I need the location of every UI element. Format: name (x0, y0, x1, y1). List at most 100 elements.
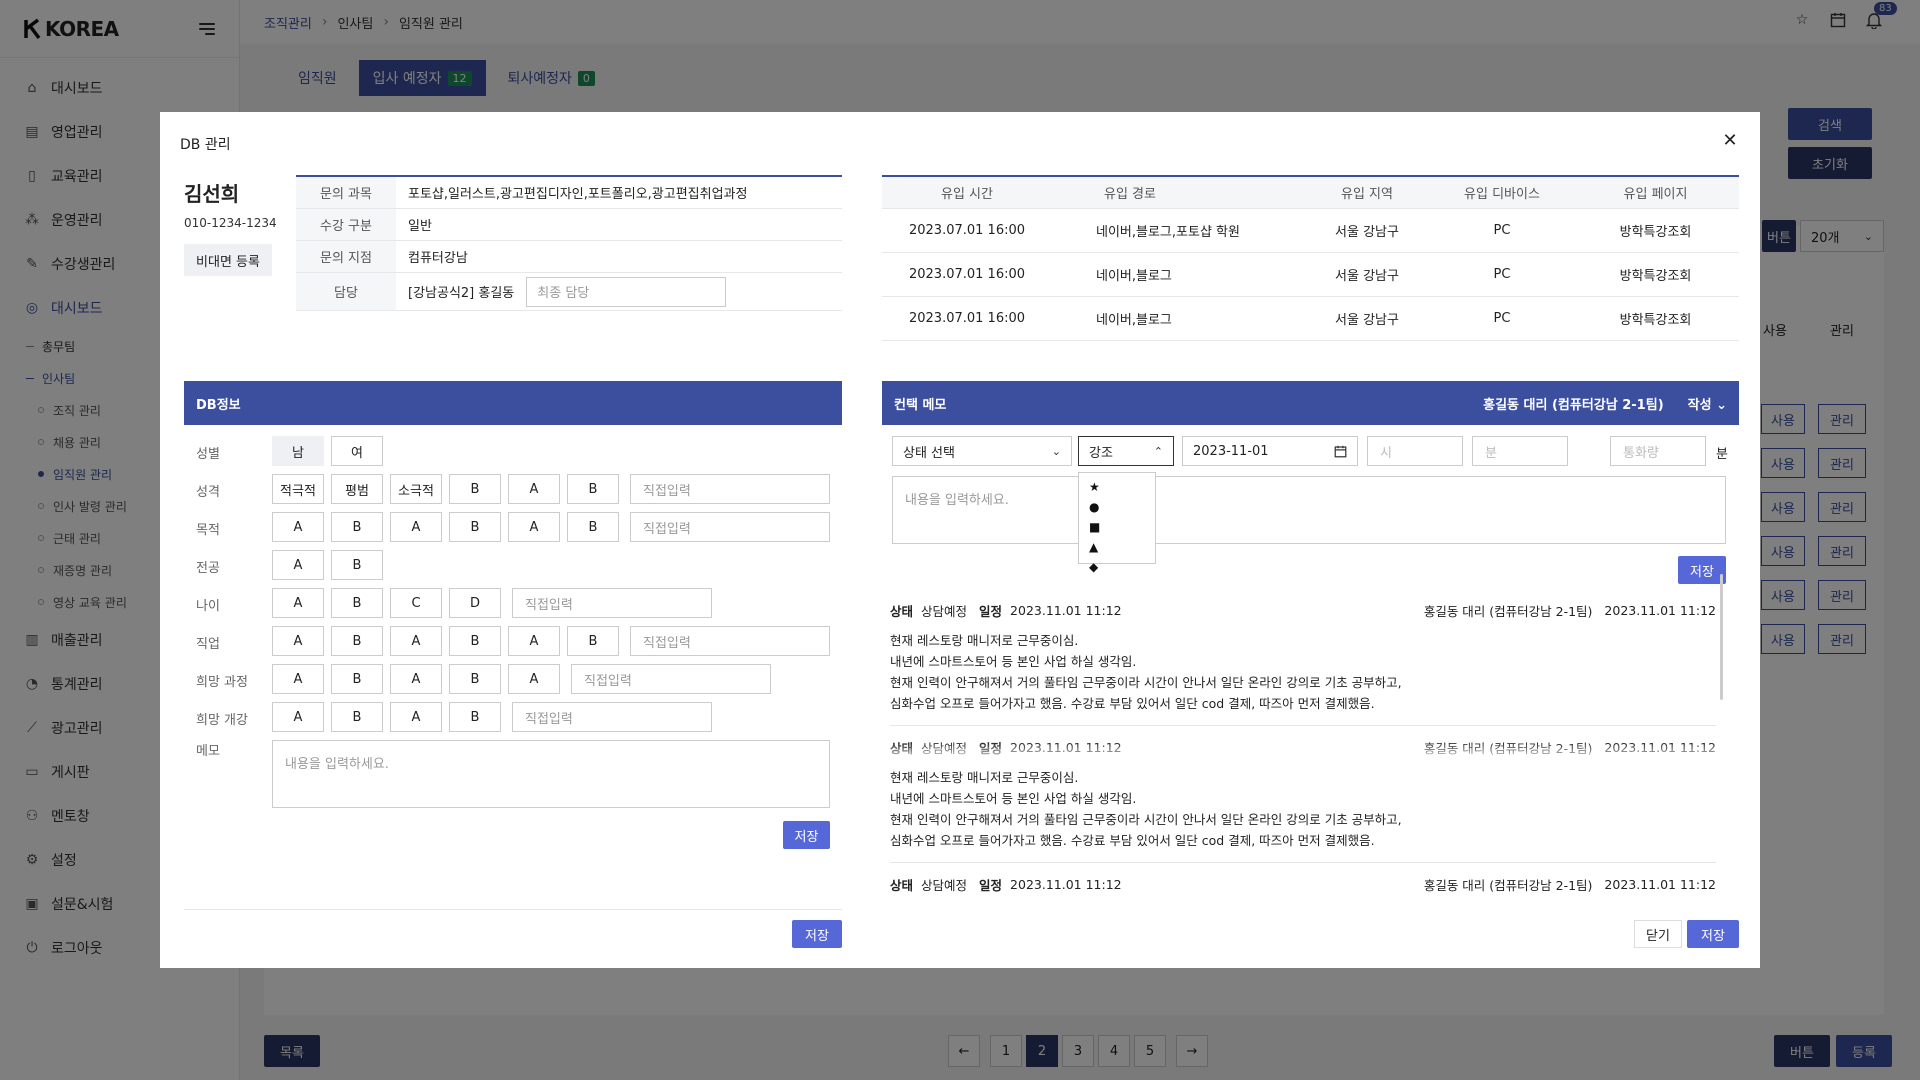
direct-input-field[interactable]: 직접입력 (512, 702, 712, 732)
log-line: 현재 레스토랑 매니저로 근무중이심. (890, 770, 1079, 785)
table-row: 2023.07.01 16:00 네이버,블로그 서울 강남구 PC 방학특강조회 (882, 253, 1739, 297)
log-line: 현재 인력이 안구해져서 거의 풀타임 근무중이라 시간이 안나서 일단 온라인… (890, 812, 1402, 827)
emphasis-option-triangle[interactable]: ▲ (1089, 537, 1145, 557)
option-button[interactable]: 남 (272, 436, 324, 466)
option-button[interactable]: 적극적 (272, 474, 324, 504)
emphasis-option-star[interactable]: ★ (1089, 477, 1145, 497)
option-button[interactable]: A (508, 626, 560, 656)
option-button[interactable]: 평범 (331, 474, 383, 504)
option-button[interactable]: A (272, 550, 324, 580)
option-button[interactable]: B (331, 512, 383, 542)
close-button[interactable]: 닫기 (1634, 920, 1682, 948)
option-button[interactable]: B (449, 512, 501, 542)
option-button[interactable]: B (567, 512, 619, 542)
direct-input-field[interactable]: 직접입력 (630, 474, 830, 504)
hour-input[interactable]: 시 (1367, 436, 1463, 466)
table-cell: 방학특강조회 (1619, 225, 1692, 240)
direct-input-field[interactable]: 직접입력 (630, 626, 830, 656)
emphasis-option-circle[interactable]: ● (1089, 497, 1145, 517)
option-button[interactable]: B (449, 664, 501, 694)
date-field[interactable]: 2023-11-01 (1182, 436, 1358, 466)
option-button[interactable]: B (567, 626, 619, 656)
option-button[interactable]: B (331, 702, 383, 732)
person-name: 김선희 (184, 182, 240, 206)
status-select[interactable]: 상태 선택 ⌄ (892, 436, 1072, 466)
memo-log-header: 상태상담예정일정2023.11.01 11:12홍길동 대리 (컴퓨터강남 2-… (890, 600, 1716, 620)
option-button[interactable]: A (508, 512, 560, 542)
option-button[interactable]: C (390, 588, 442, 618)
info-key: 담당 (296, 273, 396, 310)
status-value: 상담예정 (921, 877, 968, 893)
log-line: 내년에 스마트스토어 등 본인 사업 하실 생각임. (890, 791, 1137, 806)
field-label: 목적 (196, 523, 220, 538)
info-value-cell: [강남공식2] 홍길동 최종 담당 (396, 276, 727, 307)
memo-log-body: 현재 레스토랑 매니저로 근무중이심. 내년에 스마트스토어 등 본인 사업 하실… (890, 767, 1716, 851)
db-memo-textarea[interactable]: 내용을 입력하세요. (272, 740, 830, 808)
memo-content-textarea[interactable]: 내용을 입력하세요. (892, 476, 1726, 544)
option-button[interactable]: B (449, 626, 501, 656)
emphasis-option-diamond[interactable]: ◆ (1089, 557, 1145, 577)
info-value: 포토샵,일러스트,광고편집디자인,포트폴리오,광고편집취업과정 (408, 187, 748, 202)
footer-save2-button[interactable]: 저장 (1687, 920, 1739, 948)
field-label: 희망 과정 (196, 675, 248, 690)
contact-memo-header: 컨택 메모 홍길동 대리 (컴퓨터강남 2-1팀) 작성 ⌄ (882, 381, 1739, 425)
close-icon[interactable]: ✕ (1720, 131, 1740, 151)
minute-unit: 분 (1716, 447, 1728, 462)
field-label: 성격 (196, 485, 220, 500)
option-button[interactable]: B (331, 588, 383, 618)
option-button[interactable]: B (331, 664, 383, 694)
direct-input-field[interactable]: 직접입력 (571, 664, 771, 694)
memo-write-toggle[interactable]: 작성 ⌄ (1688, 394, 1727, 413)
emphasis-select[interactable]: 강조 ⌃ (1078, 436, 1174, 466)
log-scrollbar[interactable] (1720, 574, 1723, 700)
option-button[interactable]: A (390, 664, 442, 694)
emphasis-select-value: 강조 (1089, 445, 1113, 461)
option-button[interactable]: A (390, 626, 442, 656)
memo-author: 홍길동 대리 (컴퓨터강남 2-1팀) (1483, 397, 1664, 413)
status-value: 상담예정 (921, 603, 968, 619)
inflow-table: 유입 시간 유입 경로 유입 지역 유입 디바이스 유입 페이지 2023.07… (882, 175, 1739, 341)
option-button[interactable]: 소극적 (390, 474, 442, 504)
option-button[interactable]: A (272, 588, 324, 618)
table-cell: 네이버,블로그,포토샵 학원 (1096, 225, 1240, 240)
option-button[interactable]: A (272, 512, 324, 542)
chevron-up-icon: ⌃ (1153, 444, 1163, 458)
call-volume-input[interactable]: 통화량 (1610, 436, 1706, 466)
option-button[interactable]: B (331, 550, 383, 580)
option-button[interactable]: A (272, 664, 324, 694)
option-button[interactable]: A (508, 664, 560, 694)
direct-input-field[interactable]: 직접입력 (630, 512, 830, 542)
footer-save-button[interactable]: 저장 (792, 920, 842, 948)
table-row: 2023.07.01 16:00 네이버,블로그,포토샵 학원 서울 강남구 PC 방학… (882, 209, 1739, 253)
minute-input[interactable]: 분 (1472, 436, 1568, 466)
option-button[interactable]: B (567, 474, 619, 504)
column-header: 유입 시간 (941, 187, 993, 202)
option-button[interactable]: B (331, 626, 383, 656)
option-button[interactable]: B (449, 702, 501, 732)
table-cell: 2023.07.01 16:00 (908, 267, 1026, 282)
column-header: 유입 디바이스 (1464, 187, 1540, 202)
inflow-table-header: 유입 시간 유입 경로 유입 지역 유입 디바이스 유입 페이지 (882, 177, 1739, 209)
option-button[interactable]: B (449, 474, 501, 504)
db-info-header: DB정보 (184, 381, 842, 425)
db-save-button[interactable]: 저장 (783, 821, 830, 849)
inflow-table-body: 2023.07.01 16:00 네이버,블로그,포토샵 학원 서울 강남구 PC 방학… (882, 209, 1739, 341)
log-author: 홍길동 대리 (컴퓨터강남 2-1팀) (1423, 603, 1593, 619)
emphasis-option-square[interactable]: ■ (1089, 517, 1145, 537)
option-button[interactable]: D (449, 588, 501, 618)
option-button[interactable]: A (508, 474, 560, 504)
memo-save-button[interactable]: 저장 (1678, 556, 1726, 584)
option-button[interactable]: A (390, 702, 442, 732)
option-button[interactable]: 여 (331, 436, 383, 466)
option-button[interactable]: A (390, 512, 442, 542)
field-label: 성별 (196, 447, 220, 462)
schedule-value: 2023.11.01 11:12 (1010, 876, 1122, 892)
final-manager-input[interactable]: 최종 담당 (526, 276, 727, 307)
option-button[interactable]: A (272, 702, 324, 732)
registration-type-button[interactable]: 비대면 등록 (184, 244, 272, 276)
option-button[interactable]: A (272, 626, 324, 656)
table-cell: 네이버,블로그 (1096, 313, 1172, 328)
info-key: 문의 지점 (296, 241, 396, 272)
info-row-branch: 문의 지점 컴퓨터강남 (296, 241, 842, 273)
direct-input-field[interactable]: 직접입력 (512, 588, 712, 618)
